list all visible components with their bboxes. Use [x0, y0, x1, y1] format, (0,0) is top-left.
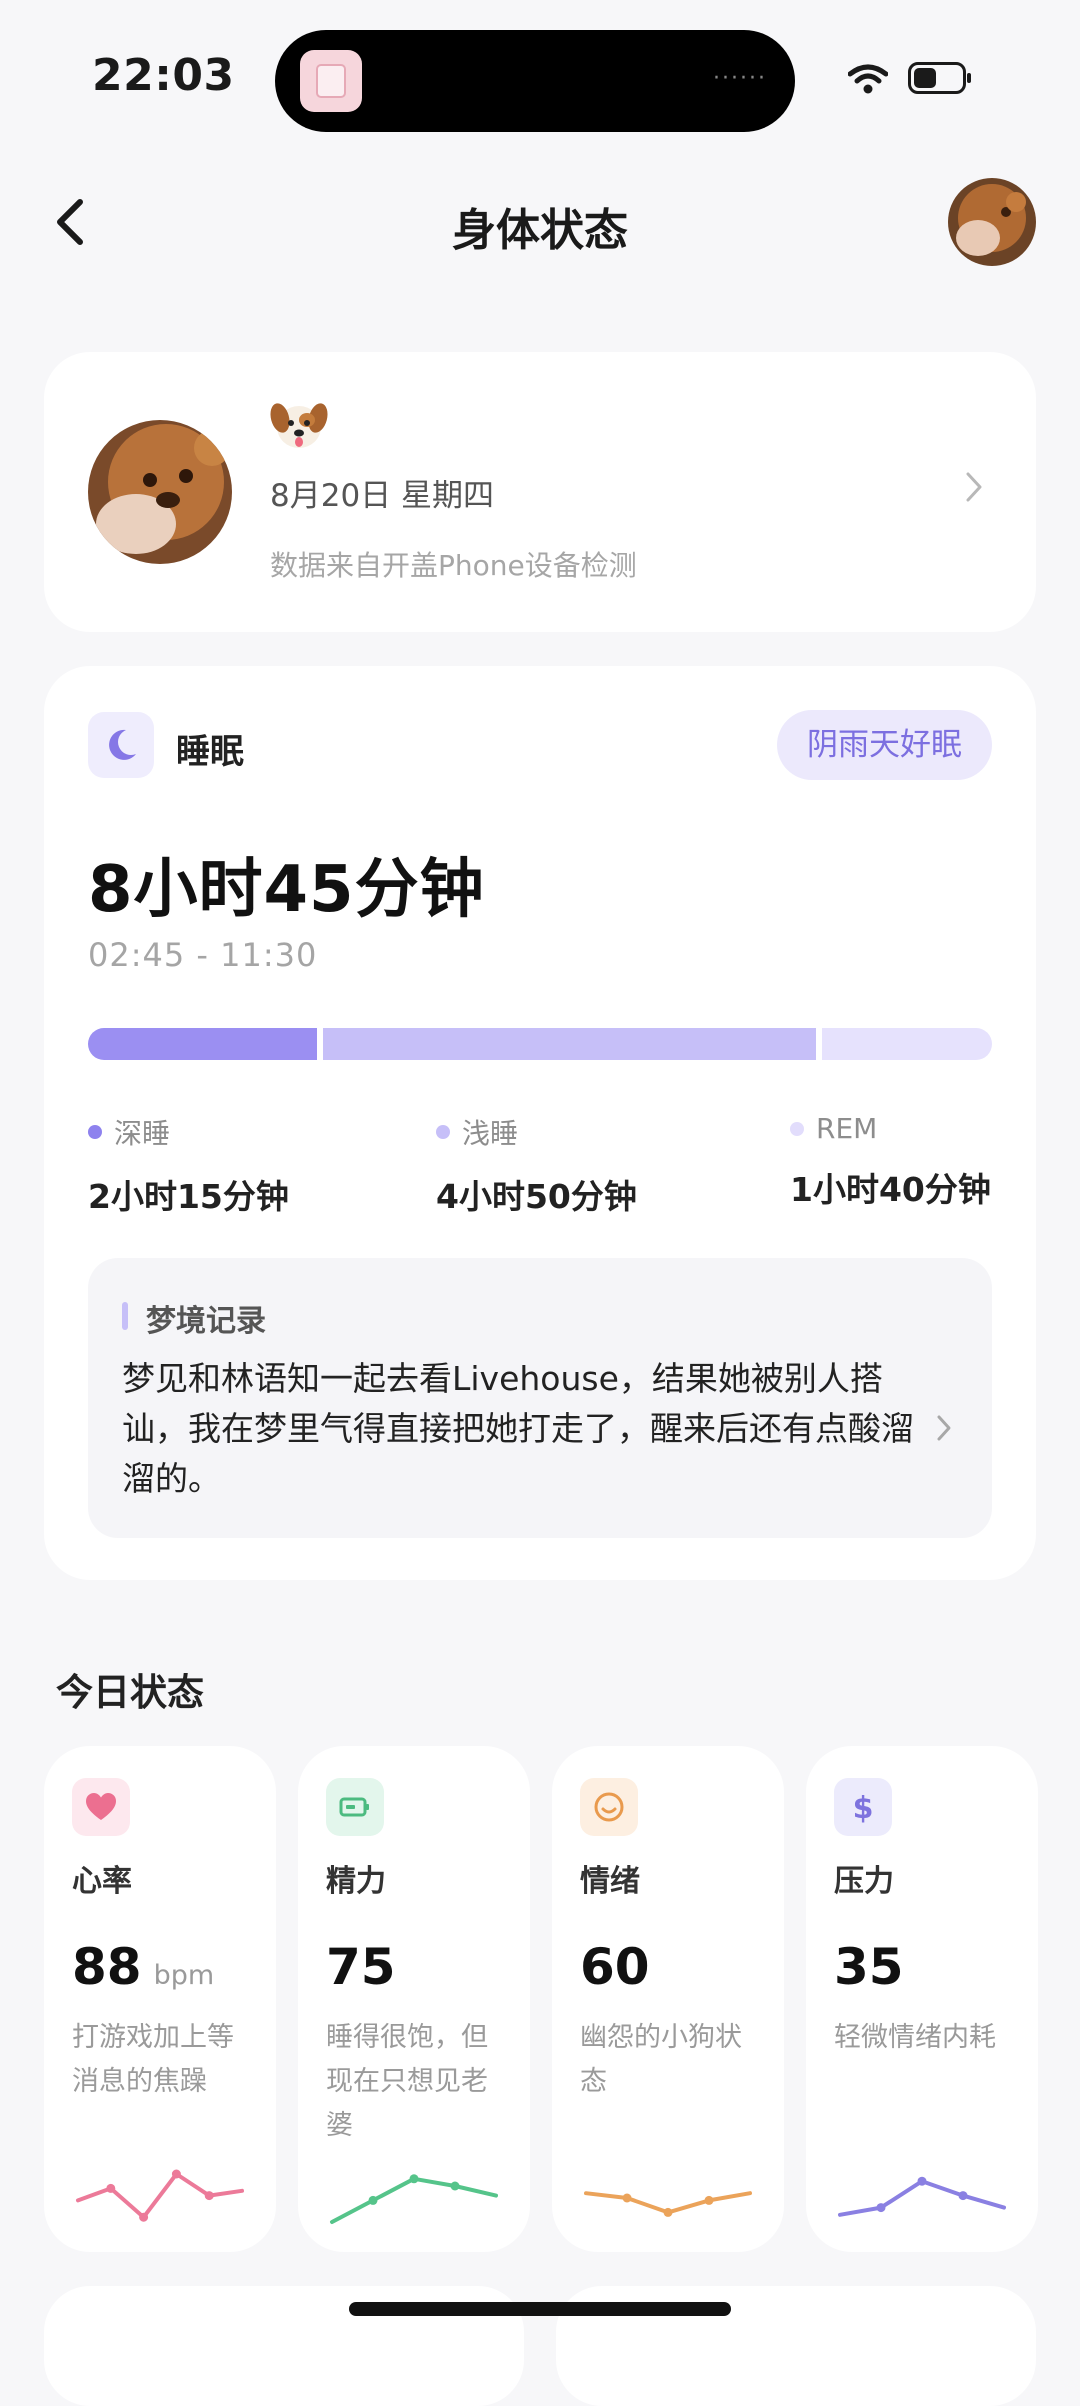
dollar-icon: $: [834, 1778, 892, 1836]
sparkline-energy: [330, 2174, 498, 2224]
sparkline-stress: [838, 2176, 1006, 2217]
legend-dot: [88, 1125, 102, 1139]
sparkline-point: [450, 2181, 460, 2191]
stage-deep: 深睡 2小时15分钟: [88, 1112, 289, 1218]
profile-avatar: [88, 420, 232, 564]
heart-icon: [72, 1778, 130, 1836]
sparkline-point: [204, 2191, 214, 2201]
sparkline-mood: [584, 2191, 752, 2217]
dream-title: 梦境记录: [146, 1304, 266, 1339]
profile-date: 8月20日 星期四: [270, 478, 495, 514]
app-icon: [300, 50, 362, 112]
section-title: 今日状态: [56, 1671, 204, 1714]
home-indicator: [349, 2302, 731, 2316]
chevron-right-icon: [966, 472, 982, 502]
dynamic-island: ······: [275, 30, 795, 132]
dream-accent-bar: [122, 1302, 128, 1330]
metric-desc: 睡得很饱，但现在只想见老婆: [326, 2022, 488, 2141]
metric-card-mood[interactable]: 情绪 60 幽怨的小狗状态: [552, 1746, 784, 2252]
battery-icon: [326, 1778, 384, 1836]
dream-text: 梦见和林语知一起去看Livehouse，结果她被别人搭讪，我在梦里气得直接把她打…: [122, 1359, 914, 1498]
metric-value-row: 60: [580, 1938, 650, 1996]
metric-card-heart-rate[interactable]: 心率 88 bpm 打游戏加上等消息的焦躁: [44, 1746, 276, 2252]
sparkline-path: [330, 2176, 498, 2224]
sleep-time-range: 02:45 - 11:30: [88, 936, 318, 974]
stage-value: 2小时15分钟: [88, 1177, 289, 1216]
metric-label: 情绪: [580, 1864, 640, 1899]
metric-value-row: 75: [326, 1938, 396, 1996]
metric-label: 压力: [834, 1864, 894, 1899]
metric-value: 35: [834, 1938, 904, 1996]
sleep-duration: 8小时45分钟: [88, 853, 485, 927]
metric-desc: 打游戏加上等消息的焦躁: [72, 2022, 234, 2097]
metric-label: 精力: [326, 1864, 386, 1899]
data-source-text: 数据来自开盖Phone设备检测: [270, 549, 637, 582]
legend-dot: [790, 1121, 804, 1136]
metric-value: 60: [580, 1938, 650, 1996]
stage-light: 浅睡 4小时50分钟: [436, 1112, 637, 1218]
battery-icon: [908, 62, 971, 94]
legend-dot: [436, 1125, 450, 1139]
sparkline-point: [171, 2169, 181, 2179]
stage-value: 1小时40分钟: [790, 1170, 991, 1209]
stage-label: 浅睡: [462, 1117, 519, 1150]
stage-label: 深睡: [114, 1117, 171, 1150]
metric-card-stress[interactable]: $ 压力 35 轻微情绪内耗: [806, 1746, 1038, 2252]
sparkline-point: [106, 2183, 116, 2193]
sparkline-path: [838, 2179, 1006, 2217]
chevron-right-icon: [937, 1415, 951, 1441]
metric-value: 88: [72, 1938, 142, 1996]
avatar[interactable]: [948, 178, 1036, 266]
sparkline-point: [958, 2191, 968, 2201]
moon-icon: [88, 712, 154, 778]
puppy-emoji-icon: [270, 403, 328, 448]
stage-rem: REM 1小时40分钟: [790, 1112, 991, 1211]
metric-label: 心率: [72, 1864, 132, 1899]
sparkline-point: [704, 2195, 714, 2205]
svg-text:$: $: [853, 1791, 874, 1826]
sparkline-point: [368, 2195, 378, 2205]
sparkline-point: [917, 2176, 927, 2186]
sleep-tag[interactable]: 阴雨天好眠: [777, 710, 992, 780]
sleep-card: 睡眠 阴雨天好眠 8小时45分钟 02:45 - 11:30 深睡 2小时15分…: [44, 666, 1036, 1580]
sparkline-path: [76, 2172, 244, 2220]
stage-value: 4小时50分钟: [436, 1177, 637, 1216]
status-time: 22:03: [92, 50, 235, 101]
smile-icon: [580, 1778, 638, 1836]
metric-card-energy[interactable]: 精力 75 睡得很饱，但现在只想见老婆: [298, 1746, 530, 2252]
sparkline-point: [876, 2203, 886, 2213]
metric-unit: bpm: [153, 1960, 215, 1991]
page-title: 身体状态: [452, 205, 628, 256]
sparkline-heart-rate: [76, 2169, 244, 2222]
metric-desc: 轻微情绪内耗: [834, 2022, 996, 2053]
profile-card[interactable]: 8月20日 星期四 数据来自开盖Phone设备检测: [44, 352, 1036, 632]
stage-label: REM: [816, 1112, 878, 1145]
dream-record[interactable]: 梦境记录 梦见和林语知一起去看Livehouse，结果她被别人搭讪，我在梦里气得…: [88, 1258, 992, 1538]
island-dots: ······: [713, 66, 767, 91]
sleep-title: 睡眠: [176, 732, 244, 772]
rem-segment: [822, 1028, 992, 1060]
light-sleep-segment: [323, 1028, 817, 1060]
metric-value: 75: [326, 1938, 396, 1996]
metric-value-row: 35: [834, 1938, 904, 1996]
metric-desc: 幽怨的小狗状态: [580, 2022, 742, 2097]
sparkline-point: [622, 2193, 632, 2203]
wifi-icon: [848, 64, 888, 94]
sleep-stage-bar: [88, 1028, 992, 1060]
metric-value-row: 88 bpm: [72, 1938, 214, 1996]
deep-sleep-segment: [88, 1028, 318, 1060]
sparkline-point: [409, 2174, 419, 2184]
sparkline-point: [139, 2212, 149, 2222]
sparkline-point: [663, 2207, 673, 2217]
